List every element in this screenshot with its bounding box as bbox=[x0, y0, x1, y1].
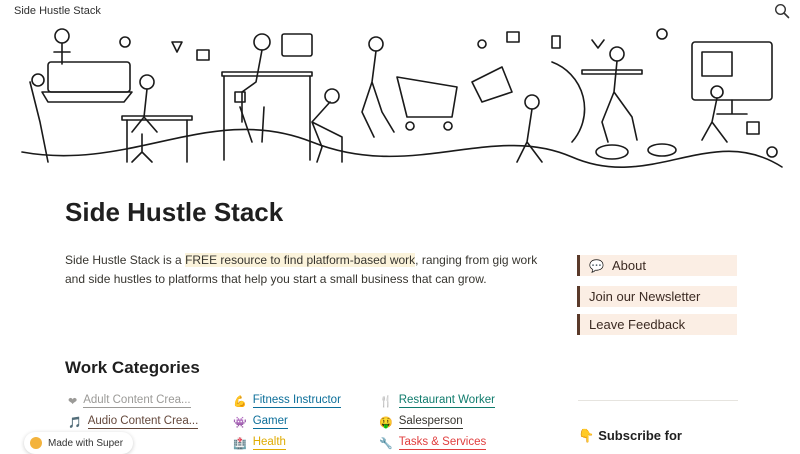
hospital-icon: 🏥 bbox=[233, 437, 247, 450]
flexed-bicep-icon: 💪 bbox=[233, 395, 247, 408]
category-label: Tasks & Services bbox=[398, 436, 487, 450]
line-art-illustration bbox=[21, 28, 783, 168]
about-label: About bbox=[611, 258, 646, 273]
pointing-down-icon: 👇 bbox=[578, 428, 595, 443]
page-title: Side Hustle Stack bbox=[65, 197, 284, 227]
category-tasks-services[interactable]: 🔧 Tasks & Services bbox=[379, 434, 487, 452]
header-banner-illustration bbox=[12, 22, 788, 170]
site-title[interactable]: Side Hustle Stack bbox=[14, 5, 101, 17]
wrench-icon: 🔧 bbox=[379, 437, 393, 450]
category-label: Restaurant Worker bbox=[398, 394, 495, 408]
category-restaurant-worker[interactable]: 🍴 Restaurant Worker bbox=[379, 392, 495, 410]
category-label: Salesperson bbox=[398, 415, 463, 429]
money-mouth-icon: 🤑 bbox=[379, 416, 393, 429]
space-invader-icon: 👾 bbox=[233, 416, 247, 429]
feedback-button[interactable]: Leave Feedback bbox=[577, 314, 737, 335]
super-logo-icon bbox=[30, 437, 42, 449]
subscribe-label: Subscribe for bbox=[598, 428, 682, 443]
speech-bubble-icon: 💬 bbox=[589, 258, 604, 273]
intro-highlight: FREE resource to find platform-based wor… bbox=[185, 253, 416, 267]
feedback-label: Leave Feedback bbox=[589, 317, 686, 332]
search-icon[interactable] bbox=[774, 3, 790, 19]
category-label: Adult Content Crea... bbox=[83, 394, 191, 408]
newsletter-label: Join our Newsletter bbox=[589, 289, 701, 304]
intro-prefix: Side Hustle Stack is a bbox=[65, 253, 186, 267]
newsletter-button[interactable]: Join our Newsletter bbox=[577, 286, 737, 307]
category-label: Gamer bbox=[252, 415, 288, 429]
subscribe-section: 👇 Subscribe for bbox=[578, 400, 738, 444]
category-audio-content-creator[interactable]: 🎵 Audio Content Crea... bbox=[68, 413, 199, 431]
work-categories-heading: Work Categories bbox=[65, 358, 200, 377]
category-salesperson[interactable]: 🤑 Salesperson bbox=[379, 413, 463, 431]
heart-icon: ❤ bbox=[68, 395, 78, 408]
intro-paragraph: Side Hustle Stack is a FREE resource to … bbox=[65, 251, 545, 289]
about-button[interactable]: 💬 About bbox=[577, 255, 737, 276]
musical-note-icon: 🎵 bbox=[68, 416, 82, 429]
top-bar: Side Hustle Stack bbox=[0, 0, 800, 22]
category-gamer[interactable]: 👾 Gamer bbox=[233, 413, 288, 431]
category-fitness-instructor[interactable]: 💪 Fitness Instructor bbox=[233, 392, 341, 410]
fork-knife-icon: 🍴 bbox=[379, 395, 393, 408]
made-with-label: Made with Super bbox=[48, 437, 124, 449]
category-label: Fitness Instructor bbox=[252, 394, 341, 408]
made-with-super-badge[interactable]: Made with Super bbox=[24, 432, 134, 454]
category-health[interactable]: 🏥 Health bbox=[233, 434, 286, 452]
category-adult-content-creator[interactable]: ❤ Adult Content Crea... bbox=[68, 392, 191, 410]
category-label: Health bbox=[252, 436, 286, 450]
category-label: Audio Content Crea... bbox=[87, 415, 199, 429]
